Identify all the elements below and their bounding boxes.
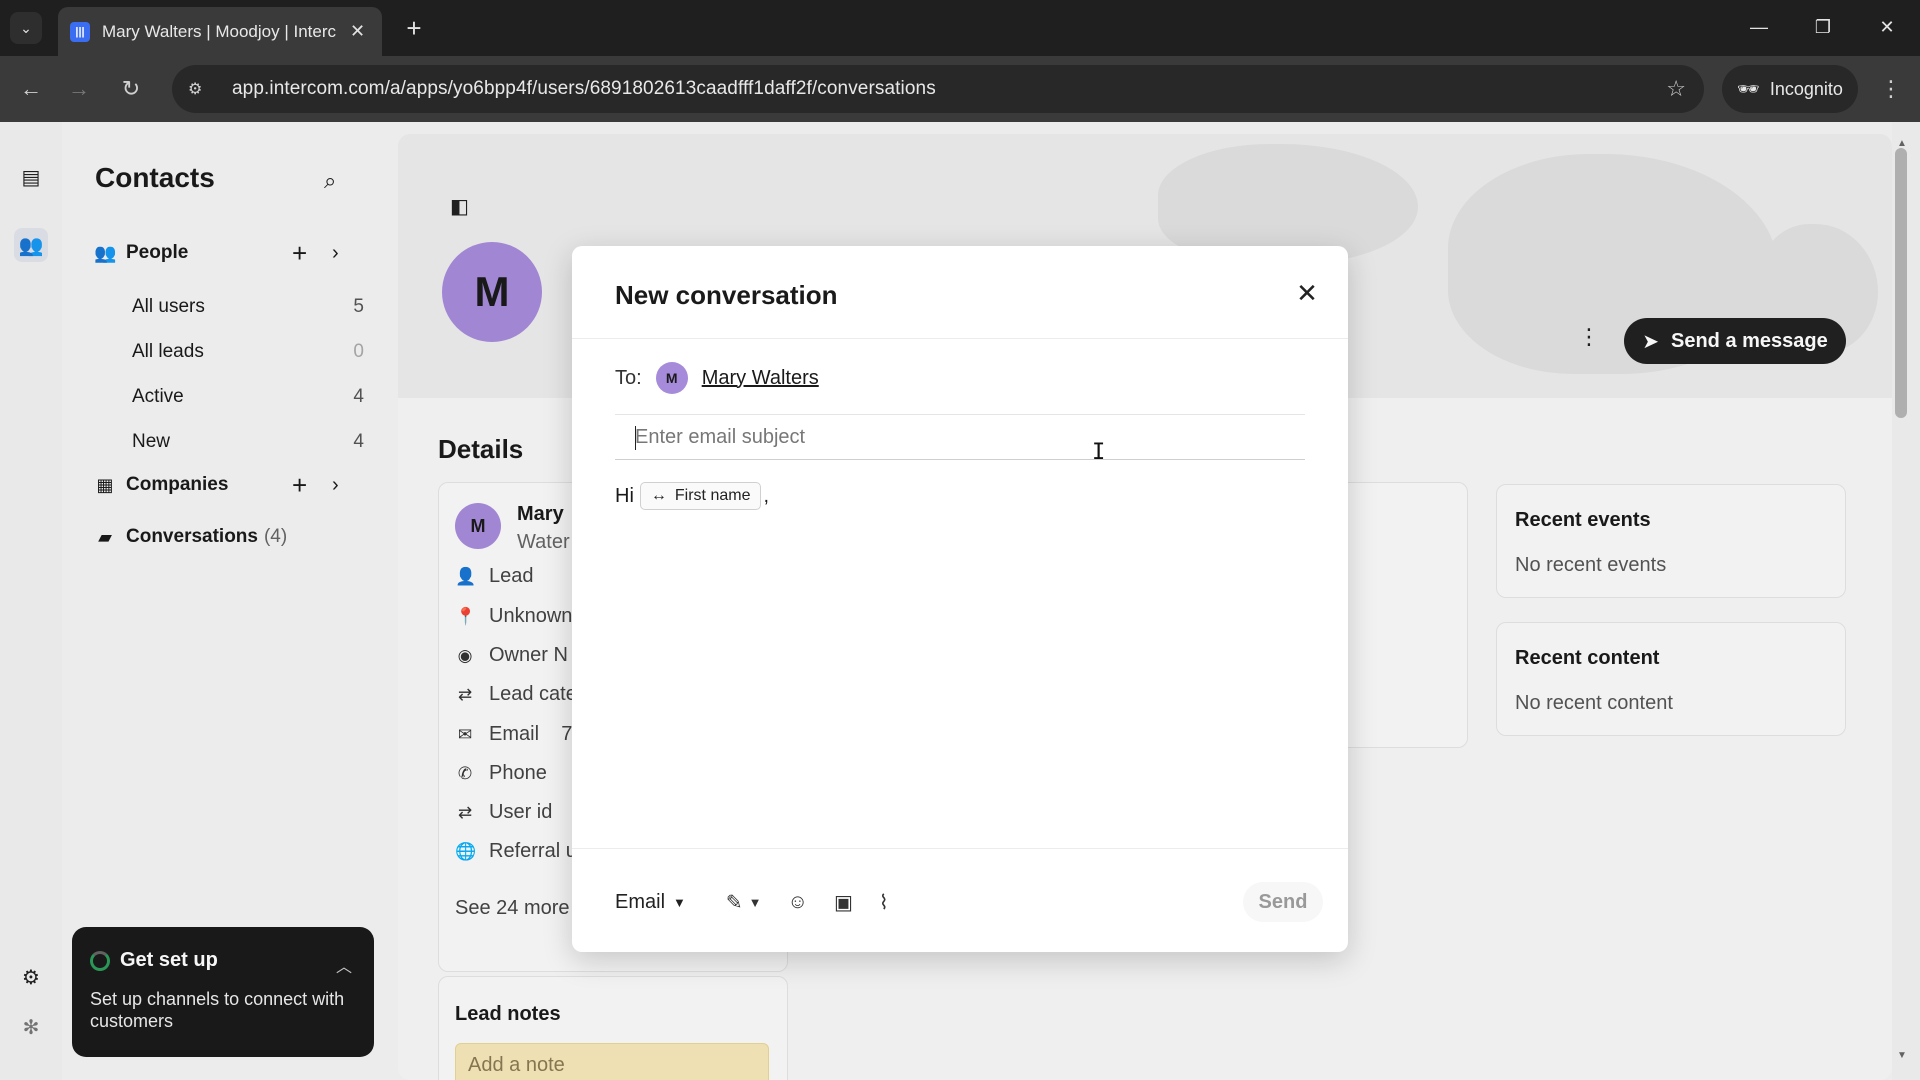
back-icon[interactable]: ← — [14, 72, 48, 106]
restore-icon[interactable]: ❐ — [1808, 12, 1838, 42]
code-icon: ↔ — [650, 487, 667, 504]
formatting-icon[interactable]: ✎ ▼ — [726, 890, 762, 915]
chevron-down-icon: ▼ — [748, 894, 762, 910]
greeting-text: Hi — [615, 484, 634, 507]
new-conversation-modal: New conversation ✕ To: M Mary Walters I … — [572, 246, 1348, 952]
modal-divider — [572, 338, 1348, 339]
composer-toolbar: Email ▼ ✎ ▼ ☺ ▣ ⌇ Send — [615, 882, 1323, 922]
recipient-avatar: M — [655, 362, 688, 394]
browser-tab[interactable]: ||| Mary Walters | Moodjoy | Interc ✕ — [58, 7, 382, 56]
browser-toolbar: ← → ↻ ⚙ app.intercom.com/a/apps/yo6bpp4f… — [0, 56, 1920, 122]
greeting-suffix: , — [763, 484, 770, 507]
channel-select-label: Email — [615, 890, 666, 913]
bookmark-star-icon[interactable]: ☆ — [1666, 76, 1686, 102]
tab-close-icon[interactable]: ✕ — [350, 21, 365, 42]
attachment-icon[interactable]: ⌇ — [879, 890, 889, 915]
forward-icon[interactable]: → — [62, 72, 96, 106]
browser-menu-icon[interactable]: ⋮ — [1876, 72, 1906, 106]
text-caret — [635, 426, 636, 450]
subject-field[interactable] — [615, 414, 1305, 460]
close-icon[interactable]: ✕ — [1292, 278, 1322, 308]
footer-divider — [572, 848, 1348, 849]
chevron-down-icon: ▼ — [673, 894, 686, 910]
first-name-attribute-chip[interactable]: ↔ First name — [639, 482, 762, 510]
intercom-favicon-icon: ||| — [70, 21, 90, 42]
window-close-icon[interactable]: ✕ — [1872, 12, 1902, 42]
url-text[interactable]: app.intercom.com/a/apps/yo6bpp4f/users/6… — [232, 78, 936, 100]
incognito-badge[interactable]: 🕶 Incognito — [1722, 65, 1858, 113]
tab-search-button[interactable]: ⌄ — [10, 12, 42, 44]
send-button[interactable]: Send — [1243, 882, 1323, 922]
email-subject-input[interactable] — [615, 417, 1305, 457]
channel-select[interactable]: Email ▼ — [615, 891, 686, 914]
address-bar[interactable]: ⚙ app.intercom.com/a/apps/yo6bpp4f/users… — [172, 65, 1704, 113]
new-tab-button[interactable]: + — [398, 12, 430, 44]
incognito-icon: 🕶 — [1737, 78, 1760, 99]
message-body[interactable]: Hi ↔ First name , — [615, 482, 769, 510]
recipient-row: To: M Mary Walters — [615, 362, 819, 394]
incognito-label: Incognito — [1769, 78, 1843, 99]
recipient-name-link[interactable]: Mary Walters — [702, 367, 819, 390]
attribute-chip-label: First name — [674, 487, 751, 504]
site-info-icon[interactable]: ⚙ — [188, 79, 216, 99]
reload-icon[interactable]: ↻ — [114, 72, 148, 106]
image-icon[interactable]: ▣ — [834, 890, 853, 915]
text-cursor-icon: I — [1092, 440, 1106, 465]
tab-title: Mary Walters | Moodjoy | Interc — [102, 21, 336, 41]
modal-title: New conversation — [615, 280, 838, 310]
emoji-icon[interactable]: ☺ — [788, 891, 808, 914]
browser-tab-bar: ⌄ ||| Mary Walters | Moodjoy | Interc ✕ … — [0, 0, 1920, 56]
minimize-icon[interactable]: — — [1744, 12, 1774, 42]
to-label: To: — [615, 366, 642, 389]
